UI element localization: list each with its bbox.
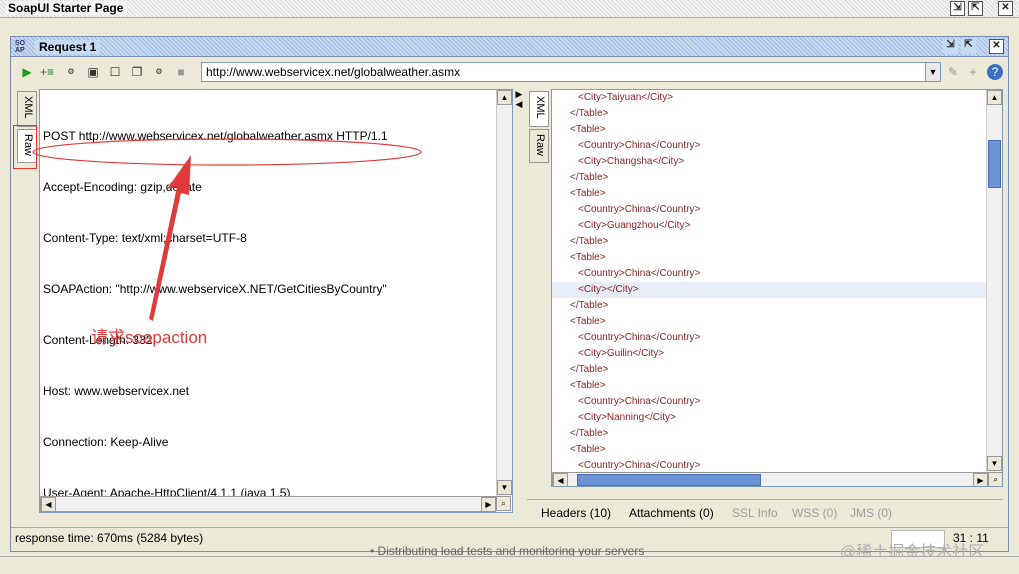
- tab-response-xml[interactable]: XML: [529, 91, 549, 127]
- zoom-icon[interactable]: ⌕: [496, 496, 511, 511]
- starter-page-title-bar: SoapUI Starter Page ⇲ ⇱ ✕: [0, 0, 1019, 18]
- xml-line: <Table>: [570, 316, 606, 327]
- tab-attachments[interactable]: Attachments (0): [629, 506, 714, 520]
- tab-wss[interactable]: WSS (0): [792, 506, 837, 520]
- tab-response-raw[interactable]: Raw: [529, 129, 549, 163]
- tab-ssl-info[interactable]: SSL Info: [732, 506, 778, 520]
- scroll-left-icon[interactable]: ◀: [553, 473, 568, 486]
- response-vertical-scrollbar[interactable]: ▲ ▼: [986, 90, 1002, 472]
- annotation-overlay: [32, 138, 422, 321]
- detach-icon[interactable]: ⇲: [943, 39, 958, 54]
- xml-line: </Table>: [570, 364, 609, 375]
- maximize-panel-icon[interactable]: ⇱: [961, 39, 976, 54]
- response-view-tabs: XML Raw: [525, 89, 549, 209]
- scroll-down-icon[interactable]: ▼: [497, 480, 512, 495]
- xml-line: <City>Guilin</City>: [578, 348, 665, 359]
- tab-headers[interactable]: Headers (10): [541, 506, 611, 520]
- xml-line: </Table>: [570, 428, 609, 439]
- help-icon[interactable]: ?: [987, 64, 1003, 80]
- soapui-window: SoapUI Starter Page ⇲ ⇱ ✕ SO AP Request 1…: [0, 0, 1019, 574]
- scroll-right-icon[interactable]: ▶: [973, 473, 988, 486]
- scroll-thumb[interactable]: [988, 140, 1001, 188]
- request-panel: SO AP Request 1 ⇲ ⇱ ✕ ▶ +≡ ⚙ ▣ ☐ ❐ ⚙ ■ ht…: [10, 36, 1009, 552]
- xml-line: <City>Taiyuan</City>: [578, 92, 674, 103]
- response-time: response time: 670ms (5284 bytes): [15, 531, 204, 545]
- xml-line: </Table>: [570, 172, 609, 183]
- request-horizontal-scrollbar[interactable]: ◀ ▶: [40, 496, 496, 512]
- header-line: Connection: Keep-Alive: [43, 435, 169, 449]
- xml-line: <Table>: [570, 380, 606, 391]
- url-dropdown-icon[interactable]: ▼: [925, 62, 941, 82]
- xml-line: <Country>China</Country>: [578, 140, 701, 151]
- close-panel-icon[interactable]: ✕: [989, 39, 1004, 54]
- scroll-left-icon[interactable]: ◀: [41, 497, 56, 512]
- xml-line: <Table>: [570, 188, 606, 199]
- edit-endpoint-icon[interactable]: ✎: [945, 64, 961, 80]
- xml-line: <City></City>: [552, 282, 988, 298]
- xml-response-editor[interactable]: <City>Taiyuan</City> </Table> <Table> <Coun…: [551, 89, 1003, 487]
- xml-line: <Country>China</Country>: [578, 268, 701, 279]
- xml-response-lines: <City>Taiyuan</City> </Table> <Table> <Coun…: [552, 90, 988, 474]
- restore-icon[interactable]: ⇲: [950, 1, 965, 16]
- response-horizontal-scrollbar[interactable]: ◀ ▶: [552, 472, 988, 486]
- xml-line: <City>Changsha</City>: [578, 156, 685, 167]
- xml-line: </Table>: [570, 108, 609, 119]
- editor-splitter[interactable]: ▶ ◀: [514, 89, 524, 529]
- tab-jms[interactable]: JMS (0): [850, 506, 892, 520]
- h-scroll-thumb[interactable]: [577, 474, 761, 486]
- collapse-right-icon[interactable]: ▶: [514, 89, 524, 99]
- scroll-up-icon[interactable]: ▲: [987, 90, 1002, 105]
- xml-line: <Table>: [570, 124, 606, 135]
- response-bottom-tabs: Headers (10) Attachments (0) SSL Info WS…: [527, 499, 1003, 525]
- xml-line: <Country>China</Country>: [578, 204, 701, 215]
- xml-line: <City>Nanning</City>: [578, 412, 676, 423]
- collapse-left-icon[interactable]: ◀: [514, 99, 524, 109]
- maximize-icon[interactable]: ⇱: [968, 1, 983, 16]
- annotation-label: 请求soapaction: [91, 328, 208, 347]
- xml-line: <Table>: [570, 444, 606, 455]
- xml-line: <Country>China</Country>: [578, 332, 701, 343]
- zoom-icon[interactable]: ⌕: [988, 472, 1002, 486]
- scroll-down-icon[interactable]: ▼: [987, 456, 1002, 471]
- starter-page-title: SoapUI Starter Page: [6, 1, 128, 15]
- header-line: Host: www.webservicex.net: [43, 384, 190, 398]
- xml-line: <Country>China</Country>: [578, 396, 701, 407]
- close-icon[interactable]: ✕: [998, 1, 1013, 16]
- soapaction-circle: [32, 138, 422, 166]
- xml-line: </Table>: [570, 236, 609, 247]
- xml-line: <Table>: [570, 252, 606, 263]
- scroll-right-icon[interactable]: ▶: [481, 497, 496, 512]
- title-spacer: [0, 18, 1019, 36]
- bottom-bar: [0, 556, 1019, 574]
- xml-line: </Table>: [570, 300, 609, 311]
- xml-line: <City>Guangzhou</City>: [578, 220, 691, 231]
- add-endpoint-icon[interactable]: +: [965, 64, 981, 80]
- annotation-arrow: [149, 155, 191, 321]
